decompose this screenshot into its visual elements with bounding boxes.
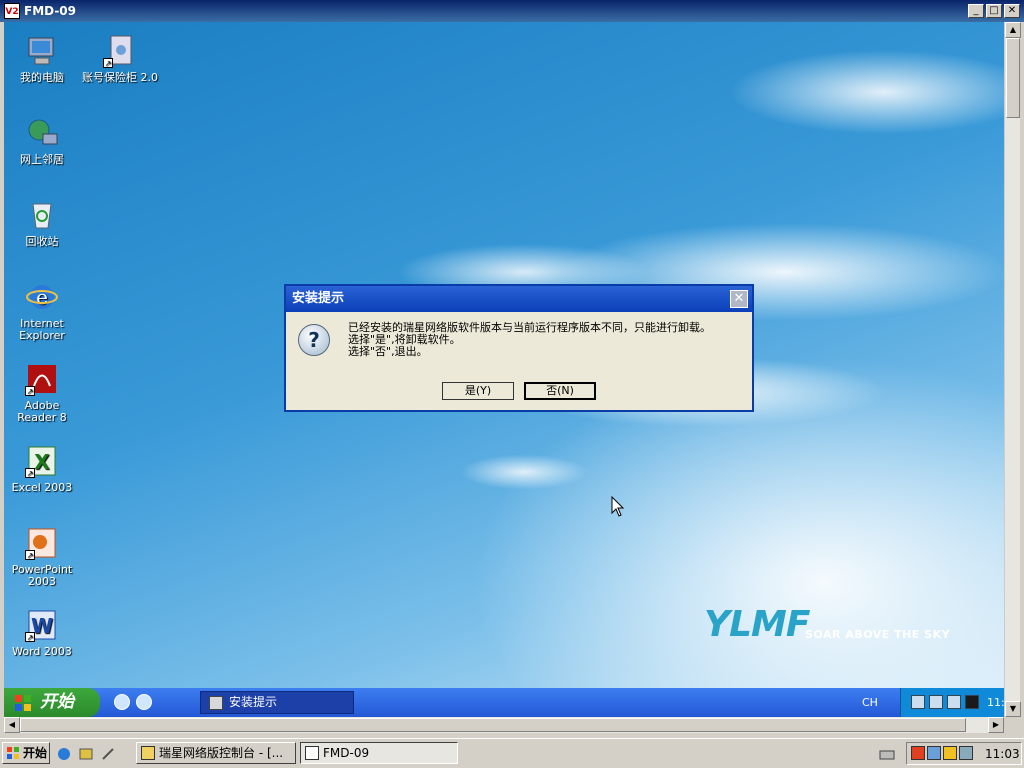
windows-flag-icon <box>7 747 19 759</box>
desktop-icon-powerpoint[interactable]: ↗ PowerPoint 2003 <box>4 526 80 588</box>
desktop-icon-adobe-reader[interactable]: ↗ Adobe Reader 8 <box>4 362 80 424</box>
vnc-window-titlebar[interactable]: V2 FMD-09 _ □ ✕ <box>0 0 1024 22</box>
desktop-icon-label: 回收站 <box>25 235 59 248</box>
dialog-title: 安装提示 <box>292 291 345 306</box>
installer-icon <box>209 696 223 710</box>
mouse-cursor-icon <box>611 496 625 517</box>
shortcut-arrow-icon: ↗ <box>25 386 35 396</box>
maximize-button[interactable]: □ <box>986 4 1002 18</box>
scroll-left-arrow[interactable]: ◀ <box>4 717 20 733</box>
desktop-icon-excel[interactable]: X ↗ Excel 2003 <box>4 444 80 494</box>
quicklaunch-ie-icon[interactable] <box>56 746 72 762</box>
network-tray-icon[interactable] <box>927 746 941 760</box>
desktop-icon-account-safe[interactable]: ↗ 账号保险柜 2.0 <box>82 34 158 84</box>
powerpoint-icon: ↗ <box>25 526 59 560</box>
desktop-icon-label: Word 2003 <box>12 645 72 658</box>
my-computer-icon <box>25 34 59 68</box>
dialog-close-button[interactable]: ✕ <box>730 290 748 308</box>
question-icon: ? <box>298 324 330 356</box>
vertical-scroll-thumb[interactable] <box>1006 38 1020 118</box>
desktop-icon-internet-explorer[interactable]: e Internet Explorer <box>4 280 80 342</box>
vertical-scrollbar[interactable]: ▲ ▼ <box>1004 22 1021 717</box>
shortcut-arrow-icon: ↗ <box>25 550 35 560</box>
remote-start-button[interactable]: 开始 <box>4 688 100 717</box>
console-icon <box>141 746 155 760</box>
host-clock: 11:03 <box>985 747 1020 761</box>
taskbar-item-label: 安装提示 <box>229 695 278 709</box>
remote-system-tray: 11: <box>900 688 1005 717</box>
desktop-icon-label: 我的电脑 <box>20 71 64 84</box>
svg-text:X: X <box>34 450 50 474</box>
vnc-tray-icon[interactable] <box>965 695 979 709</box>
quicklaunch-outlook-icon[interactable] <box>78 746 94 762</box>
quicklaunch-ie-icon[interactable] <box>114 694 130 710</box>
desktop-icon-network-places[interactable]: 网上邻居 <box>4 116 80 166</box>
desktop-icon-label: 网上邻居 <box>20 153 64 166</box>
dialog-message: 已经安装的瑞星网络版软件版本与当前运行程序版本不同，只能进行卸载。 选择"是",… <box>348 322 711 358</box>
host-start-button[interactable]: 开始 <box>2 742 50 764</box>
svg-text:e: e <box>36 285 48 309</box>
minimize-button[interactable]: _ <box>968 4 984 18</box>
desktop-icon-label: Excel 2003 <box>11 481 73 494</box>
host-task-rising-console[interactable]: 瑞星网络版控制台 - [... <box>136 742 296 764</box>
desktop-icon-label: 账号保险柜 2.0 <box>82 71 158 84</box>
monitor-tray-icon[interactable] <box>947 695 961 709</box>
dialog-message-line: 选择"否",退出。 <box>348 345 428 358</box>
host-task-fmd-09[interactable]: FMD-09 <box>300 742 458 764</box>
install-prompt-dialog[interactable]: 安装提示 ✕ ? 已经安装的瑞星网络版软件版本与当前运行程序版本不同，只能进行卸… <box>284 284 754 412</box>
desktop-icon-label: Internet Explorer <box>19 317 65 342</box>
quicklaunch-pen-icon[interactable] <box>100 746 116 762</box>
network-places-icon <box>25 116 59 150</box>
ylmf-logo: YLMF <box>704 604 810 645</box>
shortcut-arrow-icon: ↗ <box>103 58 113 68</box>
shortcut-arrow-icon: ↗ <box>25 632 35 642</box>
scroll-right-arrow[interactable]: ▶ <box>988 717 1004 733</box>
monitor-tray-icon[interactable] <box>959 746 973 760</box>
desktop-icon-label: PowerPoint 2003 <box>11 563 73 588</box>
desktop-icon-recycle-bin[interactable]: 回收站 <box>4 198 80 248</box>
taskbar-item-install-prompt[interactable]: 安装提示 <box>200 691 354 714</box>
start-label: 开始 <box>40 692 74 712</box>
yes-button[interactable]: 是(Y) <box>442 382 514 400</box>
account-safe-icon: ↗ <box>103 34 137 68</box>
shortcut-arrow-icon: ↗ <box>25 468 35 478</box>
quicklaunch-desktop-icon[interactable] <box>136 694 152 710</box>
host-task-label: FMD-09 <box>323 746 370 760</box>
no-button[interactable]: 否(N) <box>524 382 596 400</box>
host-taskbar: 开始 瑞星网络版控制台 - [... FMD-09 11:03 <box>0 738 1024 768</box>
host-task-label: 瑞星网络版控制台 - [... <box>159 746 284 760</box>
horizontal-scroll-thumb[interactable] <box>20 718 966 732</box>
host-start-label: 开始 <box>23 746 48 760</box>
network-tray-icon[interactable] <box>911 695 925 709</box>
scroll-down-arrow[interactable]: ▼ <box>1005 701 1021 717</box>
vnc-window-title: FMD-09 <box>24 4 77 18</box>
scroll-up-arrow[interactable]: ▲ <box>1005 22 1021 38</box>
desktop-icon-label: Adobe Reader 8 <box>17 399 67 424</box>
word-icon: W ↗ <box>25 608 59 642</box>
printer-tray-icon[interactable] <box>878 746 896 762</box>
vnc-viewer-icon <box>305 746 319 760</box>
language-indicator[interactable]: CH <box>862 696 878 709</box>
vnc-app-icon: V2 <box>4 3 20 19</box>
antivirus-tray-icon[interactable] <box>911 746 925 760</box>
dialog-titlebar[interactable]: 安装提示 ✕ <box>286 286 752 312</box>
desktop-icon-word[interactable]: W ↗ Word 2003 <box>4 608 80 658</box>
adobe-reader-icon: ↗ <box>25 362 59 396</box>
close-button[interactable]: ✕ <box>1004 4 1020 18</box>
excel-icon: X ↗ <box>25 444 59 478</box>
remote-clock: 11: <box>987 696 1005 709</box>
antivirus-tray-icon[interactable] <box>929 695 943 709</box>
umbrella-tray-icon[interactable] <box>943 746 957 760</box>
wallpaper-tagline: SOAR ABOVE THE SKY <box>805 628 951 641</box>
internet-explorer-icon: e <box>25 280 59 314</box>
windows-flag-icon <box>15 695 31 711</box>
desktop-icon-my-computer[interactable]: 我的电脑 <box>4 34 80 84</box>
remote-taskbar: 开始 安装提示 CH 11: <box>4 688 1005 717</box>
recycle-bin-icon <box>25 198 59 232</box>
host-system-tray: 11:03 <box>906 742 1022 765</box>
horizontal-scrollbar[interactable]: ◀ ▶ <box>4 717 1004 733</box>
